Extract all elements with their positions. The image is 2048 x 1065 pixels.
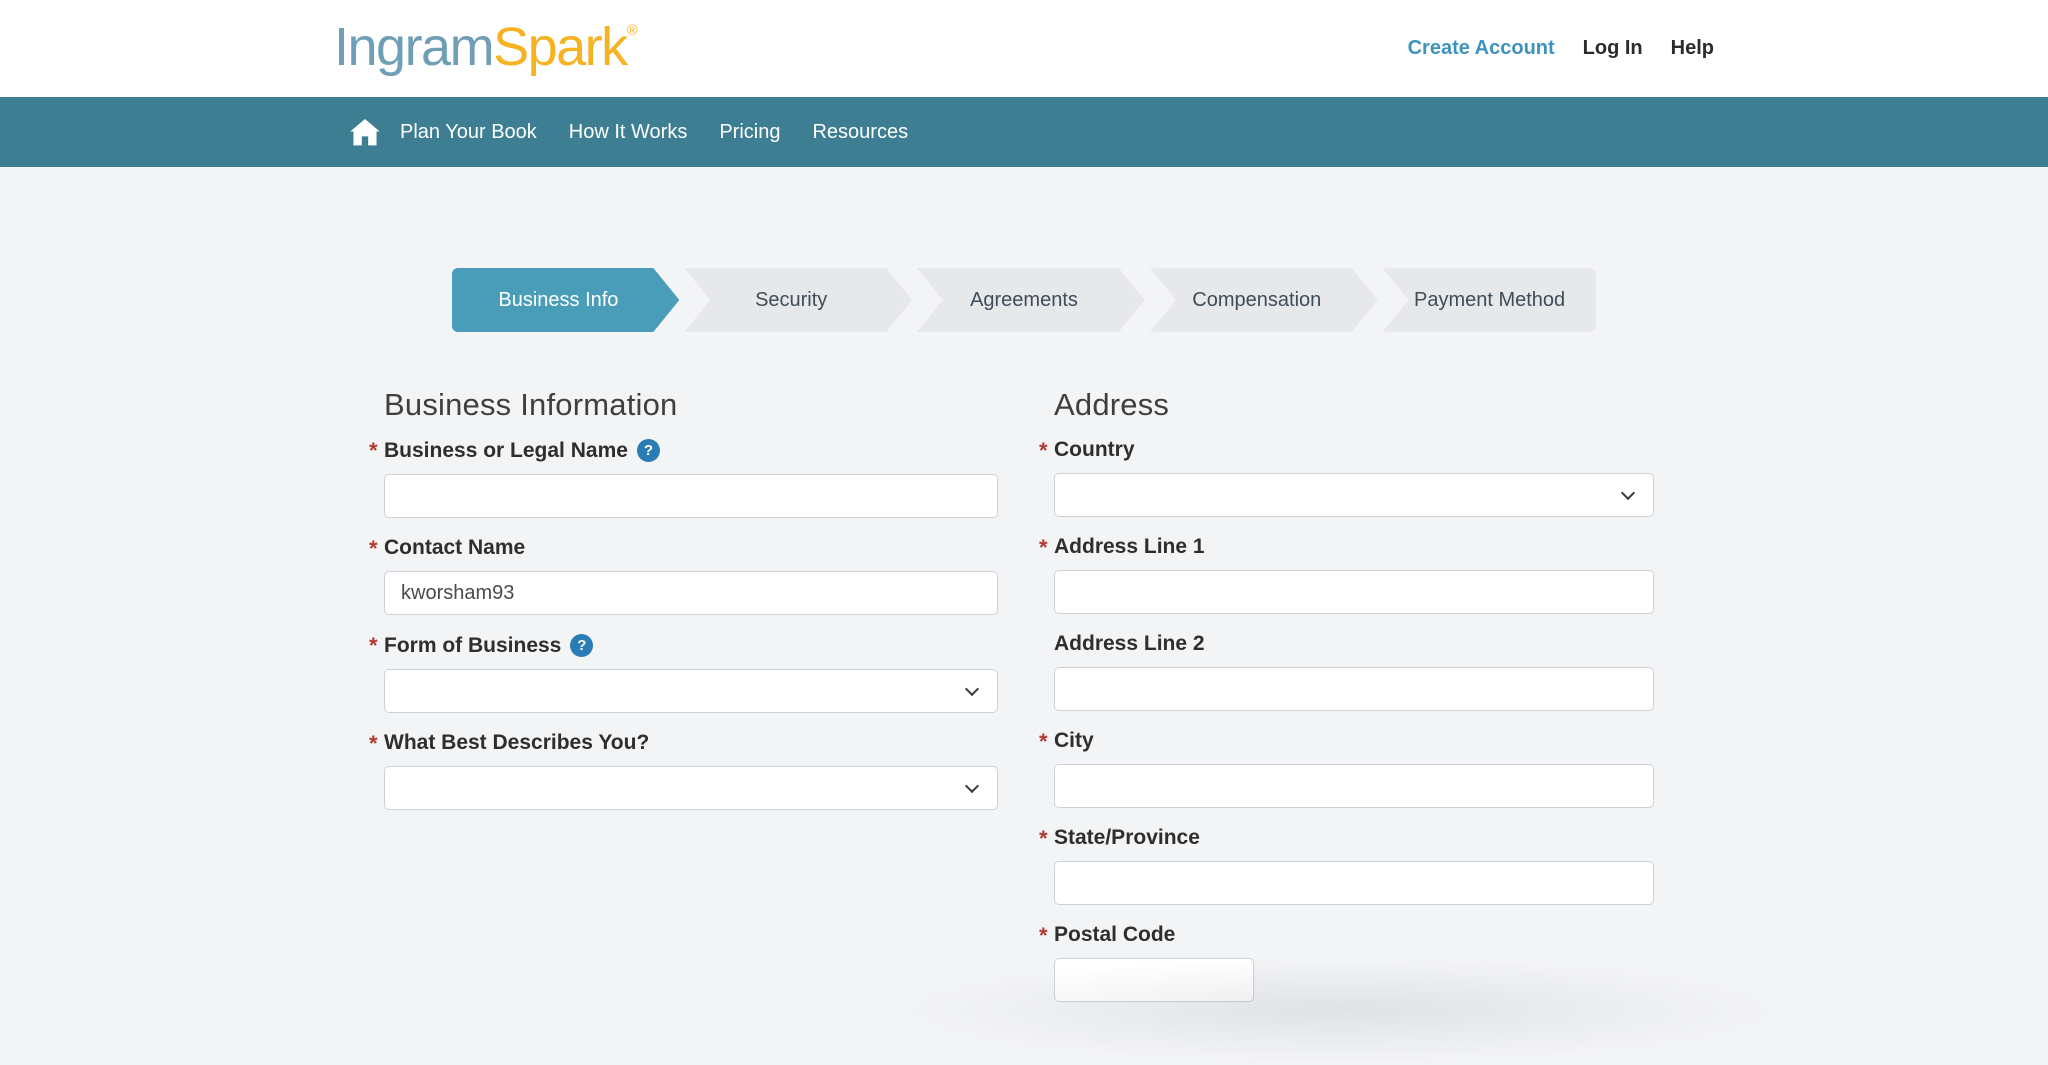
step-label: Business Info [498, 289, 618, 312]
step-label: Compensation [1192, 289, 1321, 312]
business-name-label: Business or Legal Name [384, 439, 998, 462]
create-account-link[interactable]: Create Account [1408, 37, 1555, 60]
site-header: IngramSpark® Create Account Log In Help [0, 0, 2048, 97]
city-input[interactable] [1054, 764, 1654, 808]
help-link[interactable]: Help [1671, 37, 1714, 60]
field-business-name: Business or Legal Name [384, 439, 998, 518]
chevron-down-icon [1621, 486, 1635, 500]
business-info-section: Business Information Business or Legal N… [384, 387, 998, 1021]
nav-item-how-it-works[interactable]: How It Works [553, 115, 704, 150]
required-asterisk [369, 635, 378, 658]
chevron-down-icon [965, 682, 979, 696]
nav-item-pricing[interactable]: Pricing [703, 115, 796, 150]
field-address-line-2: Address Line 2 [1054, 633, 1654, 711]
required-asterisk [369, 538, 378, 561]
help-icon[interactable] [637, 439, 660, 462]
header-links: Create Account Log In Help [1408, 37, 1714, 60]
describes-you-label: What Best Describes You? [384, 732, 998, 754]
required-asterisk [1039, 925, 1048, 948]
step-agreements[interactable]: Agreements [917, 268, 1145, 332]
login-link[interactable]: Log In [1583, 37, 1643, 60]
main-nav: Plan Your Book How It Works Pricing Reso… [0, 97, 2048, 167]
chevron-down-icon [965, 779, 979, 793]
required-asterisk [1039, 440, 1048, 463]
progress-steps: Business Info Security Agreements Compen… [452, 268, 1597, 332]
address-title: Address [1054, 387, 1654, 423]
registered-mark: ® [627, 22, 638, 39]
field-postal-code: Postal Code [1054, 924, 1654, 1002]
postal-code-label: Postal Code [1054, 924, 1654, 946]
field-city: City [1054, 730, 1654, 808]
contact-name-input[interactable] [384, 571, 998, 615]
step-payment-method[interactable]: Payment Method [1383, 268, 1597, 332]
field-describes-you: What Best Describes You? [384, 732, 998, 810]
field-country: Country [1054, 439, 1654, 517]
step-security[interactable]: Security [684, 268, 912, 332]
business-name-input[interactable] [384, 474, 998, 518]
country-label: Country [1054, 439, 1654, 461]
step-compensation[interactable]: Compensation [1150, 268, 1378, 332]
nav-item-resources[interactable]: Resources [796, 115, 924, 150]
step-label: Agreements [970, 289, 1078, 312]
home-icon [350, 119, 380, 146]
step-business-info[interactable]: Business Info [452, 268, 680, 332]
country-select[interactable] [1054, 473, 1654, 517]
step-label: Payment Method [1414, 289, 1565, 312]
business-info-title: Business Information [384, 387, 998, 423]
address-line-2-input[interactable] [1054, 667, 1654, 711]
required-asterisk [369, 440, 378, 463]
state-province-input[interactable] [1054, 861, 1654, 905]
describes-you-select[interactable] [384, 766, 998, 810]
main-content: Business Info Security Agreements Compen… [0, 268, 2048, 1021]
field-state-province: State/Province [1054, 827, 1654, 905]
logo-ingram-text: Ingram [334, 17, 493, 77]
city-label: City [1054, 730, 1654, 752]
help-icon[interactable] [570, 634, 593, 657]
signup-form: Business Information Business or Legal N… [384, 387, 1664, 1021]
address-line-2-label: Address Line 2 [1054, 633, 1654, 655]
field-contact-name: Contact Name [384, 537, 998, 615]
address-line-1-label: Address Line 1 [1054, 536, 1654, 558]
field-address-line-1: Address Line 1 [1054, 536, 1654, 614]
postal-code-input[interactable] [1054, 958, 1254, 1002]
state-province-label: State/Province [1054, 827, 1654, 849]
address-line-1-input[interactable] [1054, 570, 1654, 614]
form-of-business-select[interactable] [384, 669, 998, 713]
required-asterisk [1039, 828, 1048, 851]
field-form-of-business: Form of Business [384, 634, 998, 713]
brand-logo[interactable]: IngramSpark® [334, 20, 638, 74]
form-of-business-label: Form of Business [384, 634, 998, 657]
address-section: Address Country Address Line 1 [1054, 387, 1654, 1021]
nav-item-plan-your-book[interactable]: Plan Your Book [384, 115, 553, 150]
contact-name-label: Contact Name [384, 537, 998, 559]
required-asterisk [1039, 537, 1048, 560]
required-asterisk [369, 733, 378, 756]
required-asterisk [1039, 731, 1048, 754]
logo-spark-text: Spark [493, 17, 627, 77]
step-label: Security [755, 289, 827, 312]
home-button[interactable] [346, 113, 384, 152]
